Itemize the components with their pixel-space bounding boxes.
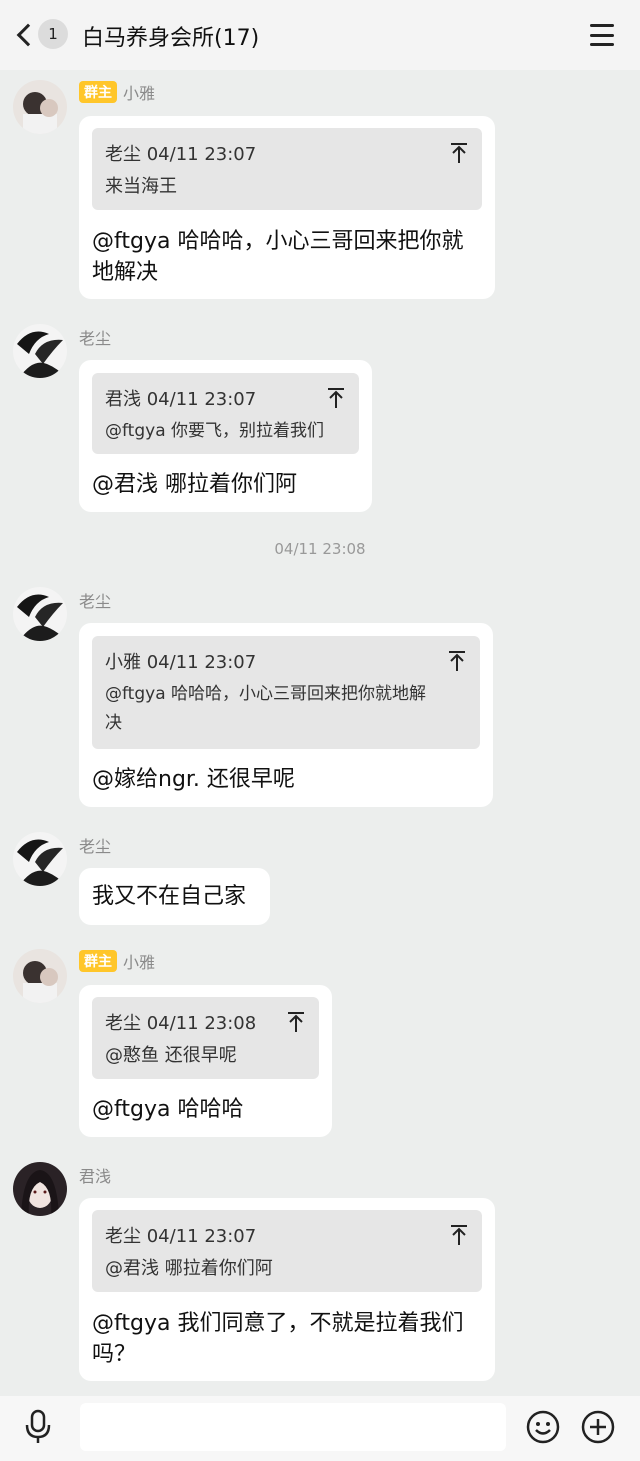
message-text: 我又不在自己家 bbox=[92, 884, 247, 909]
message-input[interactable] bbox=[80, 1403, 506, 1451]
avatar[interactable] bbox=[13, 832, 67, 886]
sender-name: 小雅 bbox=[123, 953, 156, 972]
menu-icon[interactable] bbox=[590, 24, 614, 46]
sender-name: 老尘 bbox=[79, 837, 112, 856]
group-owner-badge: 群主 bbox=[79, 81, 117, 103]
sender-name: 老尘 bbox=[79, 592, 112, 611]
message-bubble[interactable]: 老尘 04/11 23:08 @憨鱼 还很早呢 @ftgya 哈哈哈 bbox=[79, 985, 332, 1137]
quoted-message[interactable]: 老尘 04/11 23:07 @君浅 哪拉着你们阿 bbox=[92, 1210, 482, 1292]
back-button[interactable]: 1 bbox=[12, 16, 72, 54]
message-bubble[interactable]: 老尘 04/11 23:07 来当海王 @ftgya 哈哈哈，小心三哥回来把你就… bbox=[79, 116, 495, 299]
jump-to-top-icon[interactable] bbox=[450, 142, 468, 164]
quote-text: @ftgya 你要飞，别拉着我们 bbox=[105, 421, 325, 441]
plus-icon[interactable] bbox=[581, 1410, 615, 1444]
message-bubble[interactable]: 我又不在自己家 bbox=[79, 868, 270, 925]
quote-header: 小雅 04/11 23:07 bbox=[105, 652, 257, 673]
quote-header: 老尘 04/11 23:07 bbox=[105, 1226, 257, 1247]
quoted-message[interactable]: 小雅 04/11 23:07 @ftgya 哈哈哈，小心三哥回来把你就地解 决 bbox=[92, 636, 480, 749]
quoted-message[interactable]: 老尘 04/11 23:07 来当海王 bbox=[92, 128, 482, 210]
chevron-left-icon bbox=[16, 23, 40, 47]
message-text: @ftgya 哈哈哈 bbox=[92, 1097, 244, 1122]
mic-icon[interactable] bbox=[22, 1409, 54, 1445]
chat-area[interactable]: 群主 小雅 老尘 04/11 23:07 来当海王 @ftgya 哈哈哈，小心三… bbox=[0, 70, 640, 1396]
jump-to-top-icon[interactable] bbox=[327, 387, 345, 409]
group-owner-badge: 群主 bbox=[79, 950, 117, 972]
quote-text: @憨鱼 还很早呢 bbox=[105, 1045, 237, 1066]
quoted-message[interactable]: 老尘 04/11 23:08 @憨鱼 还很早呢 bbox=[92, 997, 319, 1079]
quoted-message[interactable]: 君浅 04/11 23:07 @ftgya 你要飞，别拉着我们 bbox=[92, 373, 359, 454]
quote-text: @君浅 哪拉着你们阿 bbox=[105, 1258, 273, 1279]
quote-header: 老尘 04/11 23:08 bbox=[105, 1013, 257, 1034]
message-text: @ftgya 我们同意了，不就是拉着我们 吗？ bbox=[92, 1311, 464, 1367]
top-bar: 1 白马养身会所(17) bbox=[0, 0, 640, 70]
avatar[interactable] bbox=[13, 587, 67, 641]
quote-header: 君浅 04/11 23:07 bbox=[105, 389, 257, 410]
message-text: @ftgya 哈哈哈，小心三哥回来把你就 地解决 bbox=[92, 229, 464, 285]
message-text: @君浅 哪拉着你们阿 bbox=[92, 472, 297, 497]
message-bubble[interactable]: 小雅 04/11 23:07 @ftgya 哈哈哈，小心三哥回来把你就地解 决 … bbox=[79, 623, 493, 807]
avatar[interactable] bbox=[13, 1162, 67, 1216]
quote-text: @ftgya 哈哈哈，小心三哥回来把你就地解 决 bbox=[105, 684, 427, 733]
emoji-icon[interactable] bbox=[526, 1410, 560, 1444]
avatar[interactable] bbox=[13, 949, 67, 1003]
sender-name: 小雅 bbox=[123, 84, 156, 103]
message-text: @嫁给ngr. 还很早呢 bbox=[92, 767, 295, 792]
sender-name: 君浅 bbox=[79, 1167, 112, 1186]
quote-header: 老尘 04/11 23:07 bbox=[105, 144, 257, 165]
jump-to-top-icon[interactable] bbox=[287, 1011, 305, 1033]
avatar[interactable] bbox=[13, 80, 67, 134]
jump-to-top-icon[interactable] bbox=[448, 650, 466, 672]
time-divider: 04/11 23:08 bbox=[274, 540, 366, 558]
message-bubble[interactable]: 君浅 04/11 23:07 @ftgya 你要飞，别拉着我们 @君浅 哪拉着你… bbox=[79, 360, 372, 512]
jump-to-top-icon[interactable] bbox=[450, 1224, 468, 1246]
unread-count-badge: 1 bbox=[38, 19, 68, 49]
avatar[interactable] bbox=[13, 324, 67, 378]
quote-text: 来当海王 bbox=[105, 176, 177, 197]
message-bubble[interactable]: 老尘 04/11 23:07 @君浅 哪拉着你们阿 @ftgya 我们同意了，不… bbox=[79, 1198, 495, 1381]
sender-name: 老尘 bbox=[79, 329, 112, 348]
input-bar bbox=[0, 1396, 640, 1461]
chat-title: 白马养身会所(17) bbox=[82, 26, 260, 51]
